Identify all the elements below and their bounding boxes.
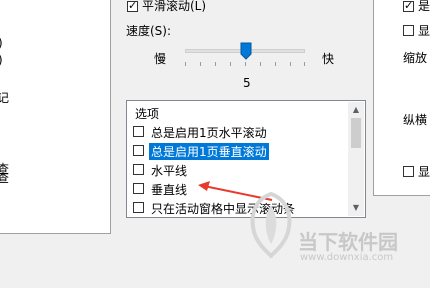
smooth-scroll-checkbox[interactable] [127, 0, 138, 13]
right-item-2: 显 [418, 24, 430, 38]
left-fragment-3: 记 [0, 91, 10, 105]
speed-fast-label: 快 [322, 52, 335, 66]
option-checkbox[interactable] [133, 164, 144, 175]
option-item-horizontal-line[interactable]: 水平线 [131, 161, 347, 179]
smooth-scroll-label: 平滑滚动(L) [142, 0, 207, 13]
option-checkbox[interactable] [133, 126, 144, 137]
speed-slider-thumb[interactable] [240, 42, 252, 60]
scroll-down-arrow-icon[interactable]: ▼ [351, 203, 361, 213]
right-item-3: 显 [418, 165, 430, 179]
speed-value: 5 [243, 76, 251, 90]
option-label: 总是启用1页垂直滚动 [149, 143, 269, 160]
left-fragment-2: ) [0, 53, 3, 67]
right-checkbox-3[interactable] [403, 166, 414, 177]
option-checkbox[interactable] [133, 183, 144, 194]
right-item-1: 是 [418, 0, 430, 13]
option-label: 水平线 [151, 164, 188, 178]
scroll-up-arrow-icon[interactable]: ▲ [351, 105, 361, 115]
option-checkbox[interactable] [133, 145, 144, 156]
watermark-logo-icon [250, 192, 292, 258]
option-checkbox[interactable] [133, 202, 144, 213]
option-label: 总是启用1页水平滚动 [151, 126, 267, 140]
right-checkbox-2[interactable] [403, 25, 414, 36]
speed-slow-label: 慢 [154, 52, 167, 66]
left-panel [0, 0, 111, 234]
options-header: 选项 [135, 107, 160, 121]
scroll-thumb[interactable] [351, 118, 361, 148]
right-label-aspect: 纵横 [403, 113, 428, 127]
speed-slider-ticks [185, 62, 305, 66]
option-item-horizontal-1page[interactable]: 总是启用1页水平滚动 [131, 123, 347, 141]
right-checkbox-1[interactable] [403, 0, 414, 13]
watermark-title: 当下软件园 [298, 230, 398, 254]
watermark-url: www.downxia.com [300, 252, 394, 263]
right-label-zoom: 缩放 [403, 51, 428, 65]
left-fragment-5: 查 [0, 171, 10, 185]
speed-label: 速度(S): [126, 24, 172, 38]
left-fragment-1: ) [0, 36, 3, 50]
option-label: 垂直线 [151, 183, 188, 197]
option-item-vertical-1page[interactable]: 总是启用1页垂直滚动 [131, 142, 347, 160]
options-scrollbar[interactable]: ▲ ▼ [348, 102, 364, 216]
